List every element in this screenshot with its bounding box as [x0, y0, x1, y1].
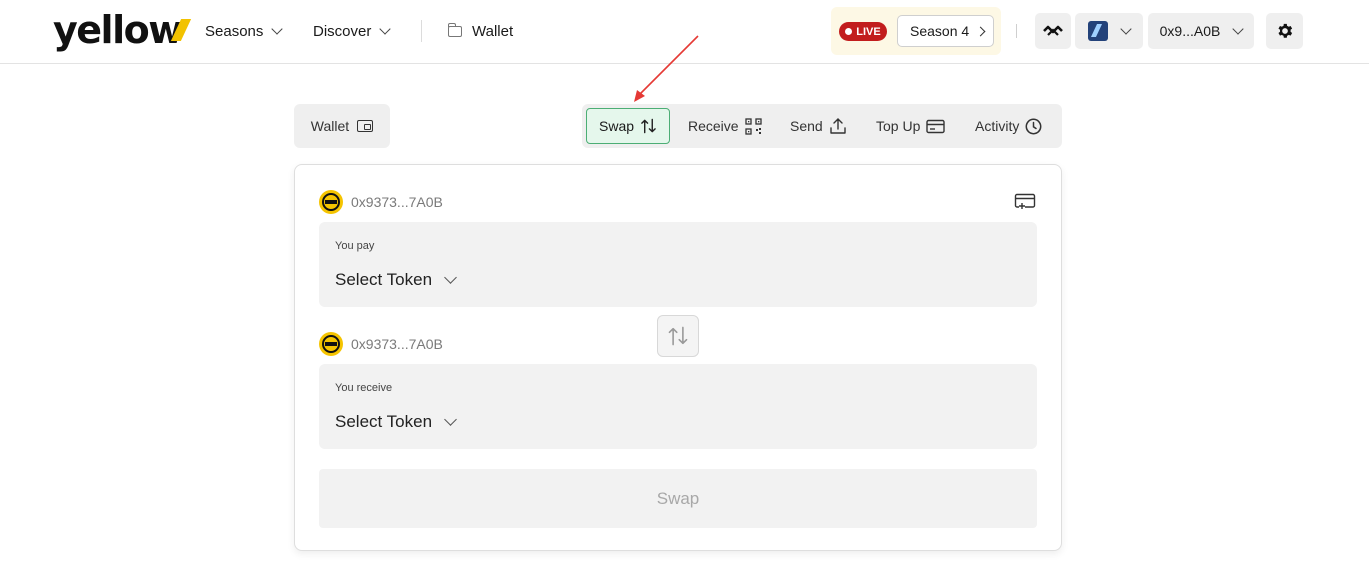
- pay-token-select[interactable]: Select Token: [335, 270, 457, 290]
- breadcrumb-label: Wallet: [472, 22, 514, 40]
- divider: [1016, 24, 1017, 38]
- chevron-down-icon: [1120, 22, 1132, 35]
- chevron-down-icon: [379, 22, 392, 35]
- to-address: 0x9373...7A0B: [351, 336, 443, 352]
- yellow-network-button[interactable]: [1035, 13, 1071, 49]
- clock-icon: [1025, 118, 1042, 134]
- receive-token-label: Select Token: [335, 412, 433, 431]
- live-badge: LIVE: [839, 22, 887, 41]
- upload-icon: [830, 118, 846, 134]
- season-button[interactable]: Season 4: [897, 15, 994, 47]
- tab-send-label: Send: [790, 118, 823, 134]
- to-wallet: 0x9373...7A0B: [319, 332, 443, 356]
- qr-code-icon: [744, 117, 762, 135]
- chevron-down-icon: [1232, 22, 1245, 35]
- settings-button[interactable]: [1266, 13, 1303, 49]
- wallet-tab-label: Wallet: [310, 118, 350, 134]
- live-badge-label: LIVE: [856, 25, 881, 38]
- chevron-down-icon: [444, 271, 457, 284]
- nav-discover-label: Discover: [313, 22, 372, 40]
- account-select[interactable]: 0x9...A0B: [1148, 13, 1254, 49]
- logo-text: yellow: [53, 8, 183, 52]
- pay-token-label: Select Token: [335, 270, 433, 289]
- nav-seasons[interactable]: Seasons: [205, 20, 284, 42]
- yellow-logo[interactable]: yellow: [53, 8, 191, 52]
- receive-label: You receive: [335, 382, 393, 394]
- add-card-button[interactable]: [1014, 192, 1036, 215]
- gear-icon: [1277, 23, 1292, 38]
- from-address: 0x9373...7A0B: [351, 194, 443, 210]
- tab-receive-label: Receive: [688, 118, 739, 134]
- chevron-down-icon: [271, 22, 284, 35]
- live-dot-icon: [845, 28, 853, 35]
- chevron-right-icon: [975, 26, 986, 36]
- yellow-coin-icon: [319, 190, 343, 214]
- swap-arrows-icon: [668, 326, 688, 346]
- add-card-icon: [1014, 193, 1036, 209]
- chevron-down-icon: [444, 413, 457, 426]
- yellow-coin-icon: [319, 332, 343, 356]
- breadcrumb-wallet[interactable]: Wallet: [448, 20, 513, 42]
- nav-discover[interactable]: Discover: [313, 20, 392, 42]
- tab-swap-label: Swap: [599, 118, 635, 134]
- switch-direction-button[interactable]: [657, 315, 699, 357]
- swap-submit-label: Swap: [656, 488, 700, 508]
- nav-seasons-label: Seasons: [205, 22, 264, 40]
- wallet-icon: [357, 120, 374, 132]
- tab-activity-label: Activity: [975, 118, 1020, 134]
- pay-label: You pay: [335, 240, 375, 252]
- receive-token-select[interactable]: Select Token: [335, 412, 457, 432]
- swap-arrows-icon: [641, 118, 656, 134]
- tab-top-up-label: Top Up: [876, 118, 921, 134]
- divider: [421, 20, 422, 42]
- network-icon: [1088, 21, 1108, 41]
- tab-top-up[interactable]: Top Up: [876, 108, 946, 144]
- wallet-tab[interactable]: Wallet: [294, 104, 390, 148]
- from-wallet: 0x9373...7A0B: [319, 190, 443, 214]
- tab-receive[interactable]: Receive: [688, 108, 762, 144]
- account-address: 0x9...A0B: [1159, 23, 1221, 39]
- receive-token-box[interactable]: You receive Select Token: [319, 364, 1037, 449]
- swap-submit-button[interactable]: Swap: [319, 469, 1037, 528]
- pay-token-box[interactable]: You pay Select Token: [319, 222, 1037, 307]
- tab-activity[interactable]: Activity: [975, 108, 1042, 144]
- card-icon: [926, 119, 946, 133]
- tab-send[interactable]: Send: [790, 108, 847, 144]
- network-select[interactable]: [1075, 13, 1143, 49]
- annotation-arrow: [634, 35, 699, 102]
- tab-swap[interactable]: Swap: [586, 108, 670, 144]
- season-button-label: Season 4: [910, 23, 970, 39]
- yellow-wave-icon: [1043, 25, 1063, 36]
- folder-icon: [448, 22, 462, 37]
